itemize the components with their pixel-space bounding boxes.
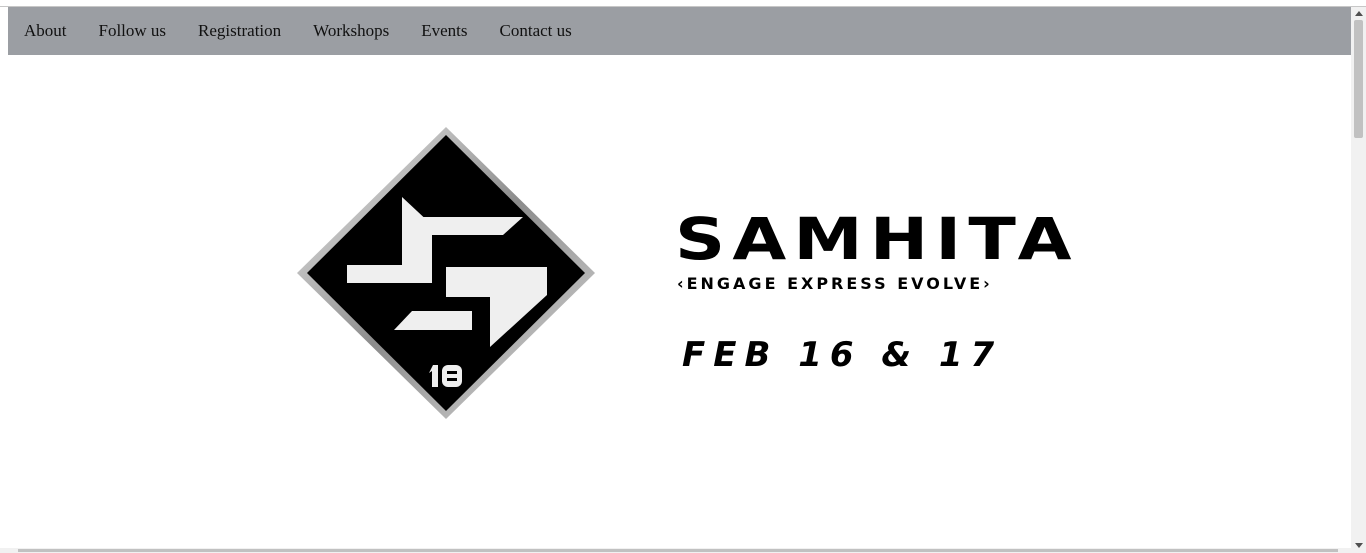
nav-item-registration[interactable]: Registration bbox=[198, 21, 281, 41]
nav-list: About Follow us Registration Workshops E… bbox=[8, 7, 1351, 55]
horizontal-scrollbar[interactable] bbox=[0, 548, 1351, 553]
nav-item-events[interactable]: Events bbox=[421, 21, 467, 41]
nav-item-workshops[interactable]: Workshops bbox=[313, 21, 389, 41]
samhita-logo-icon bbox=[297, 127, 595, 419]
horizontal-scrollbar-thumb[interactable] bbox=[18, 549, 1338, 552]
brand-tagline: ‹ENGAGE EXPRESS EVOLVE› bbox=[677, 274, 993, 293]
browser-viewport: About Follow us Registration Workshops E… bbox=[0, 0, 1366, 553]
nav-item-follow-us[interactable]: Follow us bbox=[99, 21, 167, 41]
triangle-down-icon[interactable] bbox=[1355, 543, 1363, 548]
window-top-edge bbox=[0, 0, 1366, 7]
brand-title: SAMHITA bbox=[675, 205, 1079, 273]
event-date: FEB 16 & 17 bbox=[682, 335, 1003, 375]
top-navbar: About Follow us Registration Workshops E… bbox=[8, 7, 1351, 55]
hero-banner bbox=[8, 55, 1351, 548]
nav-item-about[interactable]: About bbox=[24, 21, 67, 41]
nav-item-contact-us[interactable]: Contact us bbox=[500, 21, 572, 41]
vertical-scrollbar[interactable] bbox=[1351, 7, 1366, 553]
vertical-scrollbar-thumb[interactable] bbox=[1354, 20, 1363, 138]
logo-badge bbox=[429, 365, 462, 387]
triangle-up-icon[interactable] bbox=[1355, 11, 1363, 16]
